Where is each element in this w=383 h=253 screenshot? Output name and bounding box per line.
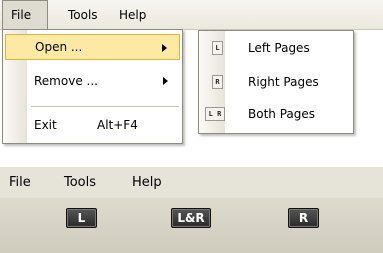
left-page-icon: L bbox=[212, 41, 223, 55]
file-dropdown-menu: Open ... Remove ... Exit Alt+F4 bbox=[2, 29, 183, 144]
submenu-arrow-icon bbox=[162, 44, 167, 52]
right-pages-button[interactable]: R bbox=[288, 208, 319, 228]
left-pages-button[interactable]: L bbox=[66, 208, 97, 228]
menu-bar-2: File Tools Help bbox=[0, 167, 383, 198]
submenu-item-right-pages[interactable]: R Right Pages bbox=[201, 67, 351, 97]
submenu-item-left-pages-label: Left Pages bbox=[248, 41, 310, 55]
menu-item-exit-shortcut: Alt+F4 bbox=[97, 118, 138, 132]
menu-item-exit[interactable]: Exit Alt+F4 bbox=[5, 112, 180, 138]
menu-item-remove-label: Remove ... bbox=[34, 74, 98, 88]
page-toolbar: L L&R R bbox=[0, 198, 383, 253]
menu-help[interactable]: Help bbox=[111, 0, 154, 30]
menu-item-open[interactable]: Open ... bbox=[5, 34, 180, 60]
open-submenu: L Left Pages R Right Pages L R Both Page… bbox=[198, 30, 354, 134]
menu-separator bbox=[31, 106, 179, 107]
submenu-item-both-pages-label: Both Pages bbox=[248, 107, 316, 121]
right-page-icon: R bbox=[212, 75, 223, 89]
menu-help-2[interactable]: Help bbox=[132, 167, 162, 198]
menu-file-2[interactable]: File bbox=[9, 167, 31, 198]
submenu-item-both-pages[interactable]: L R Both Pages bbox=[201, 99, 351, 129]
menu-demo-open: File Tools Help Open ... Remove ... Exit… bbox=[0, 0, 383, 150]
menu-tools[interactable]: Tools bbox=[60, 0, 106, 30]
submenu-item-left-pages[interactable]: L Left Pages bbox=[201, 33, 351, 63]
menu-tools-2[interactable]: Tools bbox=[64, 167, 96, 198]
submenu-item-right-pages-label: Right Pages bbox=[248, 75, 319, 89]
menu-file[interactable]: File bbox=[2, 0, 48, 30]
menu-bar: File Tools Help bbox=[0, 0, 383, 30]
both-pages-button[interactable]: L&R bbox=[171, 208, 211, 228]
menu-item-open-label: Open ... bbox=[35, 40, 83, 54]
submenu-arrow-icon bbox=[163, 77, 168, 85]
menu-item-remove[interactable]: Remove ... bbox=[5, 68, 180, 94]
menu-item-exit-label: Exit bbox=[34, 118, 57, 132]
both-pages-icon: L R bbox=[205, 107, 225, 121]
